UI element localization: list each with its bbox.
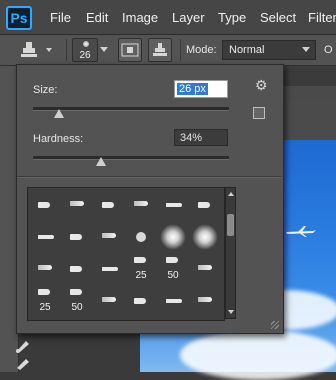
brush-preset[interactable] — [93, 285, 125, 317]
document-tab[interactable] — [282, 66, 336, 87]
ruler — [282, 86, 336, 101]
hardness-slider-thumb[interactable] — [96, 157, 106, 166]
brush-preset-picker: Size: 26 px ⚙ Hardness: 34% 25 50 25 50 — [16, 64, 284, 334]
resize-grip-icon[interactable] — [271, 321, 279, 329]
mode-select[interactable]: Normal — [222, 40, 316, 60]
brush-preset[interactable] — [189, 253, 221, 285]
menu-layer[interactable]: Layer — [172, 10, 205, 25]
brush-preset[interactable] — [189, 189, 221, 221]
brush-panel-icon — [121, 43, 139, 57]
brush-preset-grid: 25 50 25 50 — [27, 187, 225, 321]
size-slider-thumb[interactable] — [54, 109, 64, 118]
brush-preset-soft-round[interactable] — [189, 221, 221, 253]
menu-file[interactable]: File — [50, 10, 71, 25]
brush-size-readout: 26 — [79, 50, 91, 61]
preset-number: 50 — [167, 270, 179, 281]
clone-source-icon — [153, 43, 167, 56]
brush-tip-icon — [83, 41, 89, 47]
menu-edit[interactable]: Edit — [86, 10, 108, 25]
scroll-up-icon[interactable] — [228, 192, 234, 196]
hardness-label: Hardness: — [33, 133, 84, 145]
brush-panel-toggle[interactable] — [118, 38, 142, 62]
clone-source-toggle[interactable] — [148, 38, 172, 62]
menu-filter[interactable]: Filter — [308, 10, 336, 25]
brush-preset[interactable] — [157, 189, 189, 221]
options-bar: 26 Mode: Normal O — [0, 35, 336, 66]
clone-stamp-icon — [21, 42, 52, 57]
brush-preset[interactable] — [189, 285, 221, 317]
brush-preset[interactable] — [93, 253, 125, 285]
size-input[interactable]: 26 px — [174, 80, 228, 98]
hardness-input[interactable]: 34% — [174, 129, 228, 146]
airplane-icon — [286, 226, 316, 237]
brush-preset[interactable] — [93, 221, 125, 253]
preset-number: 25 — [135, 270, 147, 281]
preset-number: 25 — [39, 302, 51, 313]
scroll-down-icon[interactable] — [228, 310, 234, 314]
gear-icon[interactable]: ⚙ — [255, 77, 268, 94]
menu-bar: Ps File Edit Image Layer Type Select Fil… — [0, 0, 336, 35]
divider — [17, 176, 281, 178]
preset-scrollbar[interactable] — [225, 187, 236, 319]
brush-preset[interactable]: 50 — [157, 253, 189, 285]
new-preset-icon[interactable] — [253, 107, 265, 119]
brush-preset[interactable] — [29, 253, 61, 285]
menu-type[interactable]: Type — [218, 10, 246, 25]
brush-preset[interactable]: 25 — [125, 253, 157, 285]
scrollbar-thumb[interactable] — [227, 214, 234, 236]
mode-value: Normal — [229, 44, 265, 56]
photoshop-logo[interactable]: Ps — [6, 6, 32, 30]
brush-preset-button[interactable]: 26 — [72, 38, 98, 62]
brush-preset-soft-round[interactable] — [157, 221, 189, 253]
brush-preset[interactable]: 25 — [29, 285, 61, 317]
preset-number: 50 — [71, 302, 83, 313]
brush-preset[interactable] — [61, 253, 93, 285]
brush-tool-icon[interactable] — [14, 336, 34, 354]
size-value: 26 px — [177, 83, 208, 95]
menu-select[interactable]: Select — [260, 10, 296, 25]
chevron-down-icon[interactable] — [100, 47, 108, 53]
size-label: Size: — [33, 84, 58, 96]
chevron-down-icon — [302, 47, 310, 52]
brush-preset[interactable] — [93, 189, 125, 221]
brush-preset[interactable] — [61, 189, 93, 221]
brush-preset[interactable] — [29, 221, 61, 253]
history-brush-tool-icon[interactable] — [14, 356, 34, 374]
opacity-label: O — [324, 44, 333, 56]
tool-preset-picker[interactable] — [18, 38, 58, 62]
brush-preset[interactable] — [61, 221, 93, 253]
brush-preset[interactable] — [125, 285, 157, 317]
canvas-background — [282, 100, 336, 140]
cloud — [180, 330, 336, 380]
brush-preset[interactable] — [125, 221, 157, 253]
brush-preset[interactable] — [157, 285, 189, 317]
brush-preset[interactable] — [29, 189, 61, 221]
hardness-value: 34% — [180, 132, 203, 144]
menu-image[interactable]: Image — [122, 10, 158, 25]
brush-preset[interactable]: 50 — [61, 285, 93, 317]
mode-label: Mode: — [186, 44, 217, 56]
hardness-slider-track[interactable] — [33, 156, 229, 160]
brush-preset[interactable] — [125, 189, 157, 221]
